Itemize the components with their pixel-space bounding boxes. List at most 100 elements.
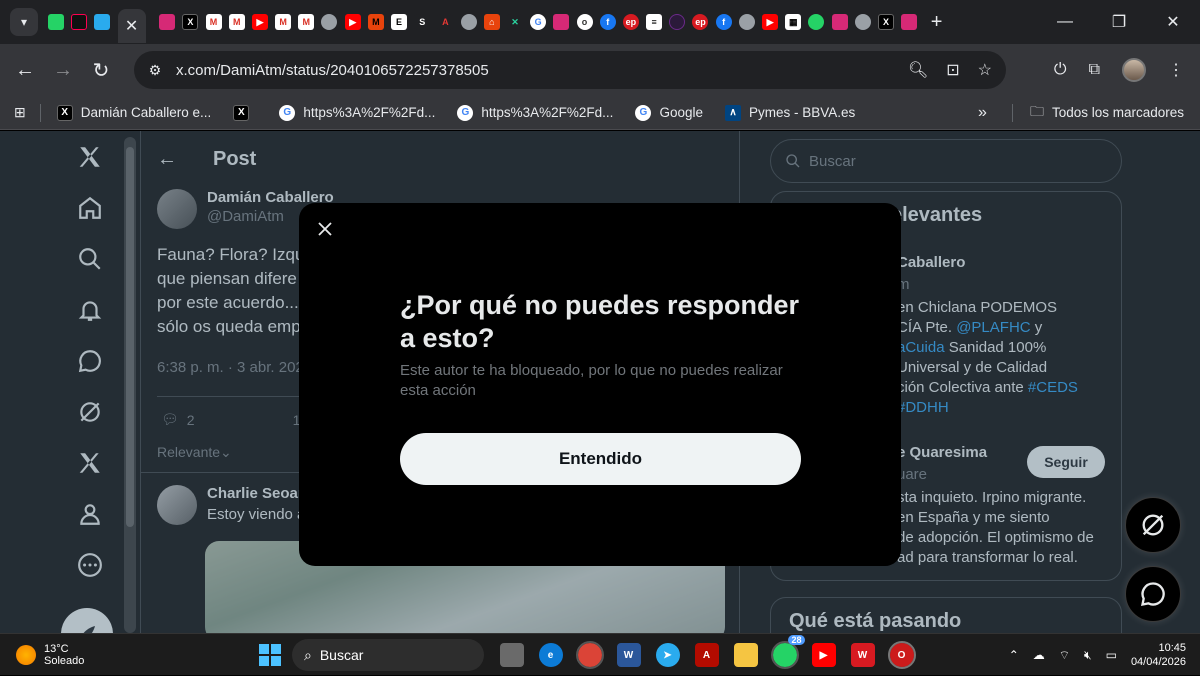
bookmarks-divider: [39, 103, 41, 122]
time: 10:45: [1158, 642, 1186, 654]
gmail-icon[interactable]: M: [228, 14, 245, 30]
bookmark-star-icon[interactable]: ☆: [978, 60, 992, 80]
bookmark-item[interactable]: X Damián Caballero e...: [56, 104, 211, 121]
edge-icon[interactable]: e: [538, 643, 563, 667]
taskbar-apps: e W ➤ A 28 ▶ W O: [492, 634, 921, 676]
reload-icon[interactable]: ↻: [82, 51, 120, 89]
x-icon[interactable]: X: [877, 14, 894, 30]
apps-grid-icon[interactable]: ⊞: [14, 104, 26, 121]
grok-icon: [1142, 514, 1164, 536]
weather-widget[interactable]: 13°C Soleado: [16, 634, 84, 676]
forward-arrow-icon[interactable]: →: [44, 51, 82, 89]
back-arrow-icon[interactable]: ←: [6, 51, 44, 89]
url-text[interactable]: x.com/DamiAtm/status/2040106572257378505: [176, 62, 489, 79]
go-icon[interactable]: o: [576, 14, 593, 30]
folder-icon: 🗀: [1030, 102, 1044, 119]
chrome-icon[interactable]: [575, 641, 604, 669]
instagram-icon[interactable]: [553, 14, 570, 30]
close-icon[interactable]: ✕: [125, 16, 138, 36]
address-bar[interactable]: ⚙ x.com/DamiAtm/status/20401065722573785…: [134, 51, 1006, 89]
youtube-icon[interactable]: ▶: [251, 14, 268, 30]
instagram-icon[interactable]: [831, 14, 848, 30]
youtube-icon[interactable]: ▶: [344, 14, 361, 30]
ep-icon[interactable]: ep: [622, 14, 639, 30]
word-icon[interactable]: W: [616, 643, 641, 667]
youtube-icon[interactable]: ▶: [811, 643, 836, 667]
bookmark-item[interactable]: ∧ Pymes - BBVA.es: [724, 104, 855, 121]
task-view-icon[interactable]: [499, 643, 524, 667]
telegram-icon[interactable]: [93, 14, 110, 30]
opera-icon[interactable]: O: [887, 641, 916, 669]
bookmark-item[interactable]: Ghttps%3A%2F%2Fd...: [279, 104, 435, 121]
chrome-menu-icon[interactable]: ⋮: [1168, 60, 1184, 80]
bookmark-item[interactable]: G Google: [635, 104, 703, 121]
whatsapp-icon[interactable]: 28: [770, 635, 805, 669]
facebook-icon[interactable]: f: [599, 14, 616, 30]
instagram-icon[interactable]: [159, 14, 176, 30]
tab-search-button[interactable]: ▾: [10, 8, 38, 36]
chrome-icon[interactable]: [460, 14, 477, 30]
close-icon[interactable]: [313, 217, 337, 241]
chrome-icon[interactable]: [321, 14, 338, 30]
gmail-icon[interactable]: M: [298, 14, 315, 30]
chevron-up-icon[interactable]: ⌃: [1009, 648, 1019, 662]
gmail-icon[interactable]: M: [275, 14, 292, 30]
file-explorer-icon[interactable]: [733, 643, 758, 667]
understood-button[interactable]: Entendido: [400, 433, 801, 485]
install-icon[interactable]: ⊡: [946, 60, 959, 80]
tiktok-icon[interactable]: [70, 14, 87, 30]
chrome-icon[interactable]: [854, 14, 871, 30]
e-site-icon[interactable]: E: [391, 14, 408, 30]
news-icon[interactable]: ≡: [646, 14, 663, 30]
youtube-icon[interactable]: ▶: [762, 14, 779, 30]
onedrive-icon[interactable]: ☁: [1033, 648, 1045, 662]
zoom-icon[interactable]: 🔍︎: [908, 60, 928, 80]
bookmarks-overflow-button[interactable]: »: [978, 104, 987, 122]
whatsapp-icon[interactable]: [47, 14, 64, 30]
network-icon[interactable]: ⌔: [1059, 648, 1070, 663]
grid-icon[interactable]: ▦: [785, 14, 802, 30]
google-icon: G: [635, 104, 652, 121]
taskbar-search-input[interactable]: ⌕ Buscar: [292, 639, 484, 671]
instagram-icon[interactable]: [901, 14, 918, 30]
gmail-icon[interactable]: M: [205, 14, 222, 30]
s-site-icon[interactable]: S: [414, 14, 431, 30]
bookmark-label: https%3A%2F%2Fd...: [481, 105, 614, 120]
bookmark-label: Google: [659, 105, 703, 120]
taskbar-search-label: Buscar: [319, 647, 364, 663]
ep-icon[interactable]: ep: [692, 14, 709, 30]
whatsapp-icon[interactable]: [808, 14, 825, 30]
circle-icon[interactable]: [669, 14, 686, 30]
google-icon: G: [457, 104, 474, 121]
acrobat-icon[interactable]: A: [437, 14, 454, 30]
home-icon[interactable]: ⌂: [483, 14, 500, 30]
site-settings-icon[interactable]: ⚙: [144, 62, 166, 79]
bookmark-item[interactable]: X: [233, 104, 257, 121]
power-icon[interactable]: ⏻: [1054, 61, 1067, 79]
restore-icon[interactable]: ❐: [1092, 0, 1146, 44]
clock[interactable]: 10:45 04/04/2026: [1131, 641, 1186, 669]
window-close-icon[interactable]: ✕: [1146, 0, 1200, 44]
all-bookmarks-folder[interactable]: 🗀 Todos los marcadores: [1030, 101, 1184, 125]
windows-start-icon[interactable]: [258, 643, 282, 667]
system-tray: ⌃ ☁ ⌔ 🔇︎ ▭ 10:45 04/04/2026: [1009, 634, 1200, 676]
minimize-icon[interactable]: —: [1038, 0, 1092, 44]
wps-icon[interactable]: W: [850, 643, 875, 667]
telegram-icon[interactable]: ➤: [655, 643, 680, 667]
facebook-icon[interactable]: f: [715, 14, 732, 30]
m-site-icon[interactable]: M: [367, 14, 384, 30]
battery-icon[interactable]: ▭: [1106, 648, 1117, 662]
grok-fab-button[interactable]: [1125, 497, 1181, 553]
messages-fab-button[interactable]: [1125, 566, 1181, 622]
google-icon[interactable]: G: [530, 14, 547, 30]
profile-avatar[interactable]: [1122, 58, 1146, 82]
xing-icon[interactable]: ✕: [506, 14, 523, 30]
volume-muted-icon[interactable]: 🔇︎: [1084, 648, 1092, 663]
chrome-icon[interactable]: [738, 14, 755, 30]
acrobat-icon[interactable]: A: [694, 643, 719, 667]
extensions-icon[interactable]: ⧉: [1089, 61, 1100, 79]
bookmark-item[interactable]: Ghttps%3A%2F%2Fd...: [457, 104, 614, 121]
new-tab-button[interactable]: +: [931, 11, 943, 34]
x-icon[interactable]: X: [182, 14, 199, 30]
active-tab[interactable]: ✕: [117, 9, 146, 43]
